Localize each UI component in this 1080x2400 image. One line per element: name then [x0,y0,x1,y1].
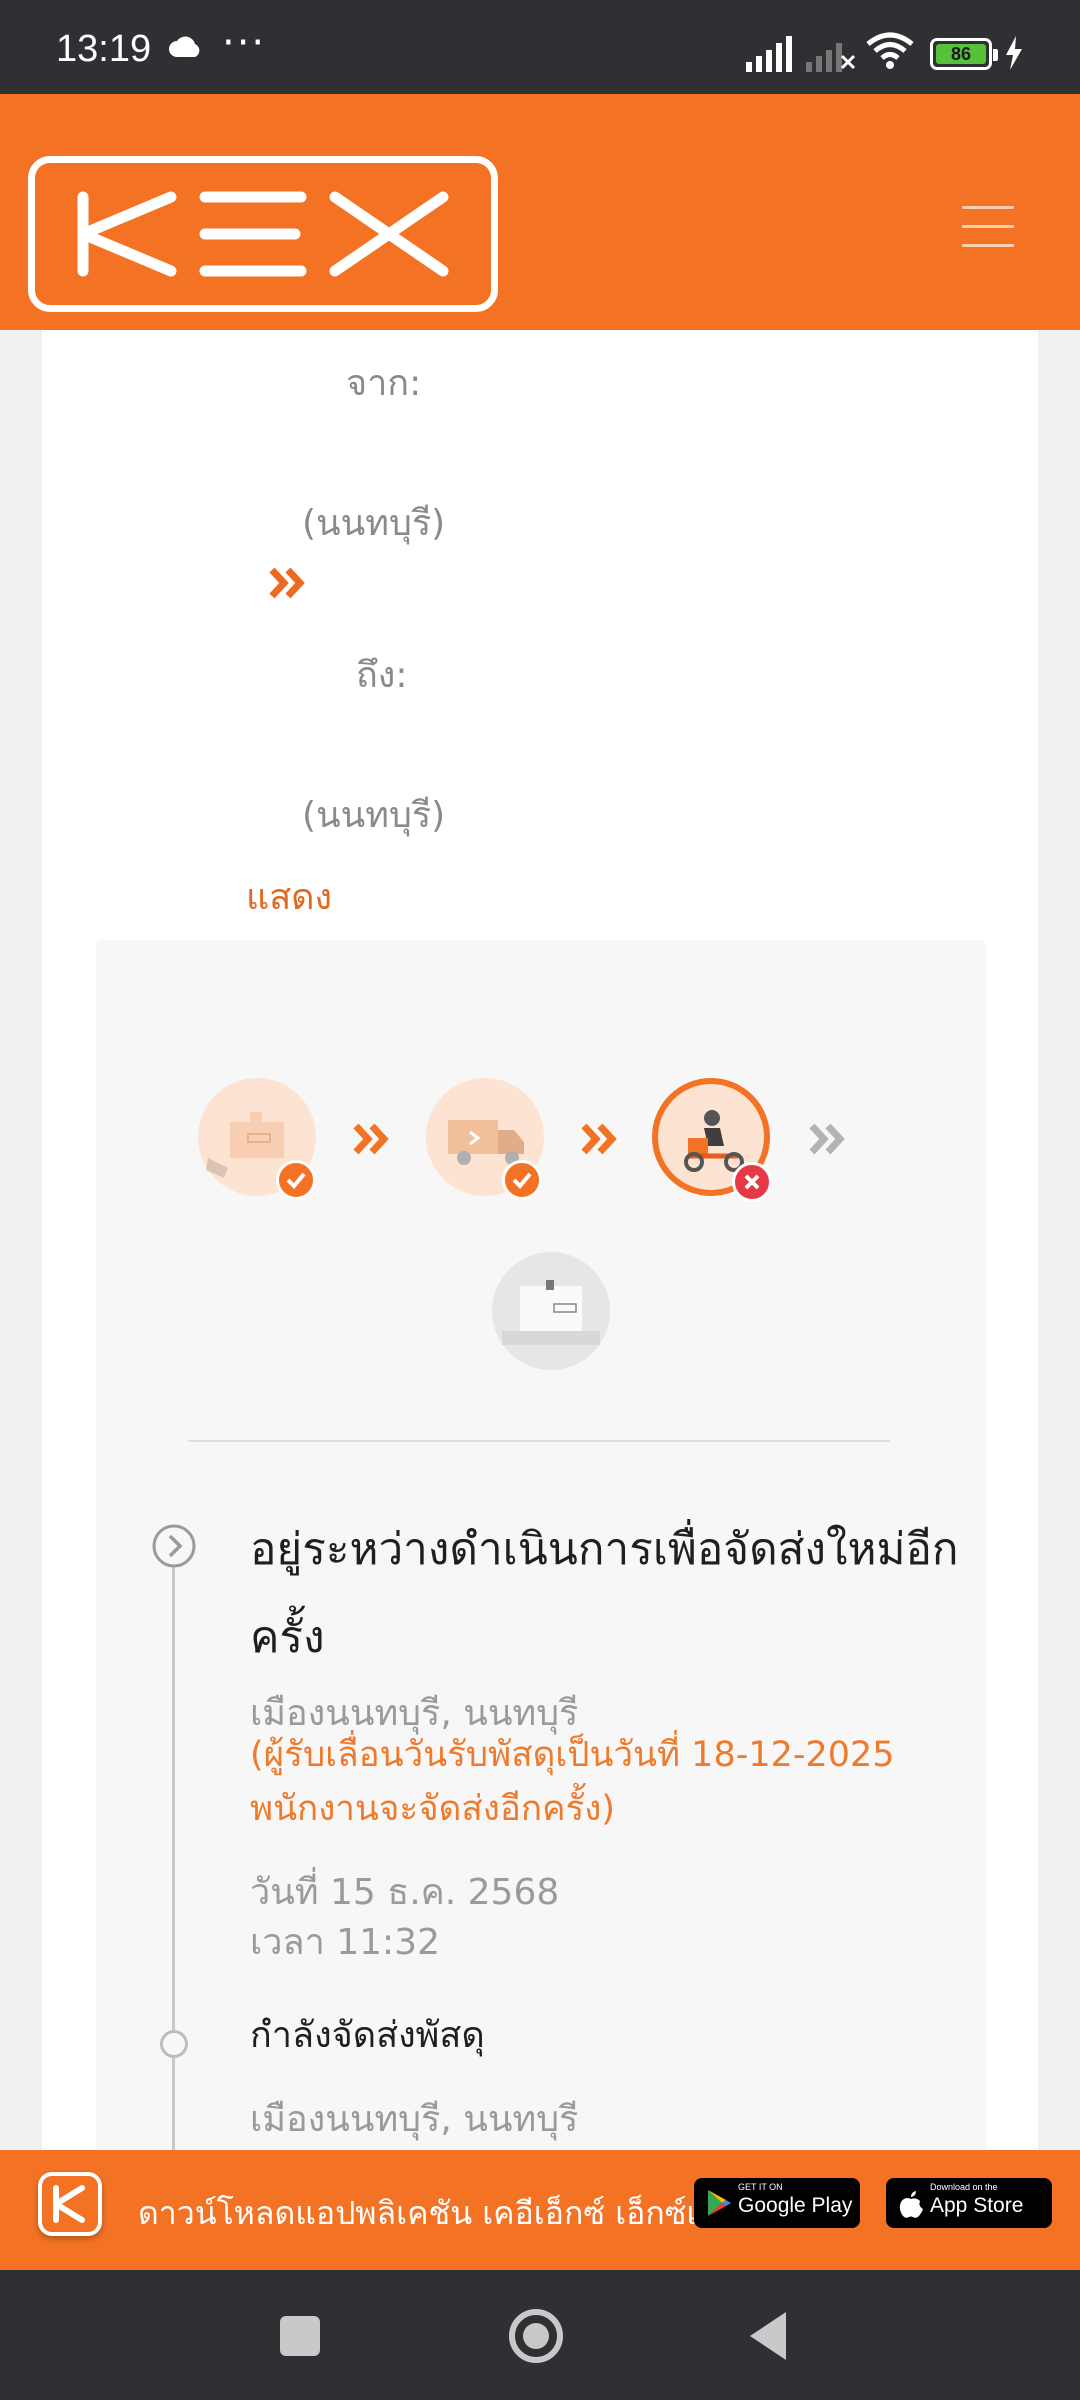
event-time: เวลา 11:32 [250,1922,440,1963]
shipment-card: จาก: (นนทบุรี) ถึง: (นนทบุรี) แสดง อยู่ร… [42,330,1038,2240]
home-circle-icon[interactable] [506,2306,566,2366]
event-note-cont: พนักงานจะจัดส่งอีกครั้ง) [250,1789,616,1829]
banner-text: ดาวน์โหลดแอปพลิเคชัน เคอีเอ็กซ์ เอ็กซ์เพ… [138,2194,756,2232]
step-done-check-icon [502,1160,542,1200]
kex-logo-wordmark [77,191,449,277]
step-arrow-icon [353,1123,389,1155]
recents-square-icon[interactable] [280,2316,320,2356]
apple-icon [899,2191,923,2218]
back-triangle-icon[interactable] [746,2310,790,2362]
kex-app-icon[interactable] [38,2172,102,2236]
app-download-banner: ดาวน์โหลดแอปพลิเคชัน เคอีเอ็กซ์ เอ็กซ์เพ… [0,2150,1080,2270]
to-label: ถึง: [356,655,408,696]
google-play-icon [708,2190,731,2216]
event-date: วันที่ 15 ธ.ค. 2568 [250,1872,560,1913]
app-store-small: Download on the [930,2182,998,2192]
system-nav-bar [0,2270,1080,2400]
panel-divider [188,1440,890,1442]
google-play-button[interactable]: GET IT ON Google Play [694,2178,860,2228]
from-name-redacted [292,426,422,432]
app-store-label: App Store [930,2194,1024,2217]
status-bar: 13:19 ··· 86 [0,0,1080,94]
step-arrow-pending-icon [809,1123,845,1155]
signal-no-sim-icon [806,43,856,72]
app-store-button[interactable]: Download on the App Store [886,2178,1052,2228]
timeline-dot-icon [160,2030,188,2058]
step-arrow-icon [581,1123,617,1155]
more-dots-icon: ··· [222,20,267,66]
cloud-icon [169,36,200,57]
battery-icon: 86 [930,38,998,70]
delivered-box-icon [492,1252,610,1370]
event-title: กำลังจัดส่งพัสดุ [250,2015,485,2056]
hamburger-menu-icon[interactable] [962,206,1014,248]
from-province: (นนทบุรี) [302,503,446,544]
timeline-line [172,1566,175,2196]
from-label: จาก: [346,363,422,404]
event-note: (ผู้รับเลื่อนวันรับพัสดุเป็นวันที่ 18-12… [250,1735,895,1775]
wifi-icon [866,32,914,69]
to-province: (นนทบุรี) [302,795,446,836]
google-play-small: GET IT ON [738,2182,783,2192]
event-title: อยู่ระหว่างดำเนินการเพื่อจัดส่งใหม่อีก [250,1524,959,1575]
signal-icon [746,36,792,72]
event-title-cont: ครั้ง [250,1612,325,1663]
kex-logo[interactable] [28,156,498,312]
site-header [0,94,1080,330]
step-done-check-icon [276,1160,316,1200]
show-details-link[interactable]: แสดง [246,868,332,925]
status-time: 13:19 [56,28,152,70]
google-play-label: Google Play [738,2194,853,2217]
charging-icon [1006,36,1022,70]
double-chevron-icon [269,567,305,599]
event-location: เมืองนนทบุรี, นนทบุรี [250,2099,579,2140]
timeline-current-chevron-icon [152,1524,196,1568]
step-failed-x-icon [732,1162,772,1202]
battery-level: 86 [936,44,986,64]
